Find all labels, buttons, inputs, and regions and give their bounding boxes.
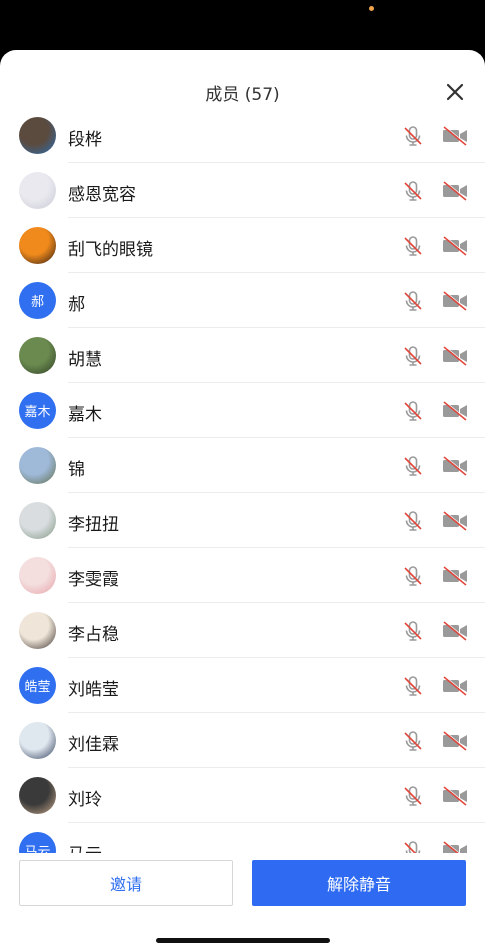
- camera-off-icon[interactable]: [441, 509, 469, 533]
- member-name: 段桦: [68, 130, 102, 150]
- avatar: [19, 447, 56, 484]
- member-name: 感恩宽容: [68, 185, 136, 205]
- mic-muted-icon[interactable]: [401, 564, 425, 588]
- member-list[interactable]: 段桦 感恩宽容 刮飞的眼镜 郝郝 胡慧 嘉木 嘉木 锦 李扭扭 李雯霞 李占稳 …: [0, 108, 485, 853]
- member-name: 锦: [68, 460, 85, 480]
- avatar: [19, 557, 56, 594]
- mic-muted-icon[interactable]: [401, 289, 425, 313]
- member-row[interactable]: 马云马云: [0, 823, 485, 853]
- camera-off-icon[interactable]: [441, 839, 469, 853]
- member-name: 李占稳: [68, 625, 119, 645]
- mic-muted-icon[interactable]: [401, 344, 425, 368]
- mic-muted-icon[interactable]: [401, 619, 425, 643]
- member-name: 郝: [68, 295, 85, 315]
- camera-off-icon[interactable]: [441, 289, 469, 313]
- close-icon[interactable]: [443, 80, 467, 104]
- status-indicator-dot: [369, 6, 374, 11]
- mic-muted-icon[interactable]: [401, 509, 425, 533]
- member-row[interactable]: 李雯霞: [0, 548, 485, 603]
- members-sheet: 成员 (57) 段桦 感恩宽容 刮飞的眼镜 郝郝 胡慧 嘉木 嘉木 锦 李扭扭 …: [0, 50, 485, 952]
- member-row[interactable]: 胡慧: [0, 328, 485, 383]
- member-row[interactable]: 段桦: [0, 108, 485, 163]
- mic-muted-icon[interactable]: [401, 399, 425, 423]
- camera-off-icon[interactable]: [441, 399, 469, 423]
- camera-off-icon[interactable]: [441, 234, 469, 258]
- avatar: 皓莹: [19, 667, 56, 704]
- camera-off-icon[interactable]: [441, 179, 469, 203]
- invite-button[interactable]: 邀请: [19, 860, 233, 906]
- mic-muted-icon[interactable]: [401, 784, 425, 808]
- avatar: 马云: [19, 832, 56, 853]
- member-name: 嘉木: [68, 405, 102, 425]
- member-row[interactable]: 嘉木 嘉木: [0, 383, 485, 438]
- member-row[interactable]: 刘佳霖: [0, 713, 485, 768]
- member-name: 刘皓莹: [68, 680, 119, 700]
- avatar: [19, 117, 56, 154]
- member-name: 李雯霞: [68, 570, 119, 590]
- member-name: 胡慧: [68, 350, 102, 370]
- member-row[interactable]: 刮飞的眼镜: [0, 218, 485, 273]
- unmute-all-button[interactable]: 解除静音: [252, 860, 466, 906]
- member-name: 刘佳霖: [68, 735, 119, 755]
- mic-muted-icon[interactable]: [401, 124, 425, 148]
- member-row[interactable]: 刘玲: [0, 768, 485, 823]
- avatar: 嘉木: [19, 392, 56, 429]
- member-name: 马云: [68, 840, 102, 853]
- avatar: [19, 777, 56, 814]
- member-row[interactable]: 感恩宽容: [0, 163, 485, 218]
- camera-off-icon[interactable]: [441, 344, 469, 368]
- mic-muted-icon[interactable]: [401, 454, 425, 478]
- member-row[interactable]: 李占稳: [0, 603, 485, 658]
- avatar: [19, 722, 56, 759]
- mic-muted-icon[interactable]: [401, 674, 425, 698]
- mic-muted-icon[interactable]: [401, 839, 425, 853]
- mic-muted-icon[interactable]: [401, 179, 425, 203]
- avatar: 郝: [19, 282, 56, 319]
- member-row[interactable]: 李扭扭: [0, 493, 485, 548]
- member-name: 刮飞的眼镜: [68, 240, 153, 260]
- member-row[interactable]: 郝郝: [0, 273, 485, 328]
- camera-off-icon[interactable]: [441, 564, 469, 588]
- member-row[interactable]: 皓莹 刘皓莹: [0, 658, 485, 713]
- camera-off-icon[interactable]: [441, 124, 469, 148]
- page-title: 成员 (57): [205, 85, 280, 105]
- camera-off-icon[interactable]: [441, 454, 469, 478]
- avatar: [19, 502, 56, 539]
- camera-off-icon[interactable]: [441, 674, 469, 698]
- avatar: [19, 612, 56, 649]
- mic-muted-icon[interactable]: [401, 234, 425, 258]
- avatar: [19, 227, 56, 264]
- member-name: 刘玲: [68, 790, 102, 810]
- avatar: [19, 337, 56, 374]
- camera-off-icon[interactable]: [441, 784, 469, 808]
- avatar: [19, 172, 56, 209]
- member-row[interactable]: 锦: [0, 438, 485, 493]
- mic-muted-icon[interactable]: [401, 729, 425, 753]
- member-name: 李扭扭: [68, 515, 119, 535]
- home-indicator: [156, 938, 330, 943]
- camera-off-icon[interactable]: [441, 729, 469, 753]
- camera-off-icon[interactable]: [441, 619, 469, 643]
